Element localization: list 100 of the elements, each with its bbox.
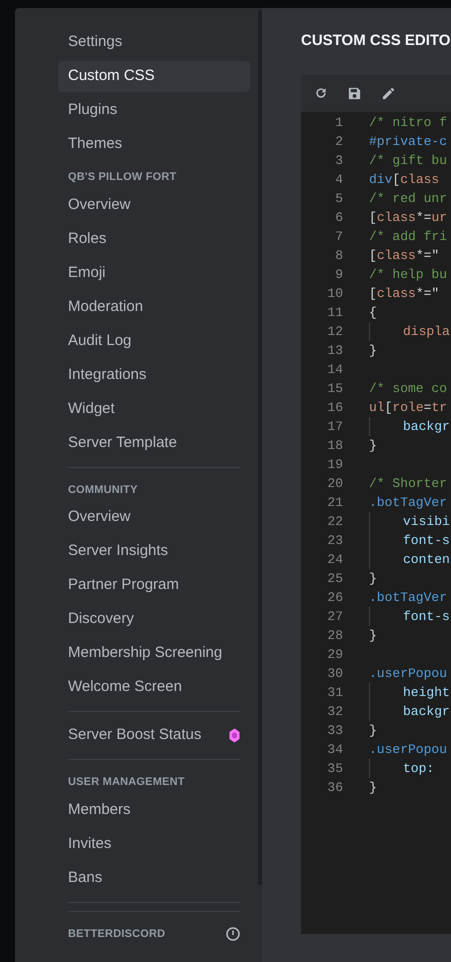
sidebar-item[interactable]: Discovery [58,604,250,635]
line-number: 23 [326,532,343,550]
save-icon[interactable] [347,86,362,100]
line-number: 6 [334,208,343,226]
line-number: 29 [326,646,343,664]
line-number: 28 [326,626,343,644]
line-number: 25 [326,570,343,588]
line-number: 35 [326,760,343,778]
sidebar-item[interactable]: Welcome Screen [58,672,250,703]
line-number: 4 [334,170,343,188]
code-line: [class*=ur [369,208,448,226]
sidebar-item[interactable]: Plugins [58,95,250,126]
sidebar-item[interactable]: Server Template [58,428,250,458]
line-number: 5 [334,190,343,208]
line-number: 16 [326,398,343,416]
code-line: displa [403,322,450,340]
code-line: /* gift bu [369,152,448,170]
sidebar-item[interactable]: Moderation [58,292,250,322]
code-line: .botTagVer [369,494,448,512]
info-icon[interactable] [226,926,240,941]
line-number: 31 [326,684,343,702]
code-line: font-s [403,532,450,550]
line-number: 3 [334,152,343,170]
code-line: conten [403,550,450,568]
section-header: QB'S PILLOW FORT [68,170,176,185]
section-header: COMMUNITY [68,482,138,498]
code-line: { [369,304,377,322]
code-line: backgr [403,702,450,720]
code-line: height [403,684,450,702]
line-number: 19 [326,456,343,474]
code-line: .botTagVer [369,588,448,606]
line-number: 18 [326,436,343,454]
line-number: 30 [326,664,343,682]
line-number: 32 [326,702,343,720]
line-number: 14 [326,360,343,378]
code-line: font-s [403,608,450,626]
code-line: /* red unr [369,190,448,208]
sidebar-item[interactable]: Overview [58,190,250,220]
code-line: } [369,778,377,796]
section-header: BETTERDISCORD [68,926,166,942]
sidebar-item[interactable]: Members [58,794,250,826]
line-number: 15 [326,380,343,398]
line-number: 17 [326,418,343,436]
sidebar-item[interactable]: Integrations [58,360,250,390]
sidebar-item[interactable]: Server Boost Status [58,720,250,751]
line-number: 27 [326,608,343,626]
sidebar-item[interactable]: Membership Screening [58,638,250,669]
sidebar-item[interactable]: Themes [58,129,250,160]
code-line: div[class [369,170,440,188]
line-number: 26 [326,588,343,606]
sidebar-item[interactable]: Settings [58,27,250,58]
code-line: /* add fri [369,228,448,246]
sidebar-item[interactable]: Partner Program [58,570,250,601]
sidebar-item[interactable]: Server Insights [58,536,250,567]
code-line: .userPopou [369,664,448,682]
line-number: 2 [334,132,343,150]
refresh-icon[interactable] [314,86,328,100]
line-number: 22 [326,512,343,530]
code-line: top: [403,760,434,778]
code-line: [class*=" [369,246,440,264]
sidebar-item[interactable]: Emoji [58,258,250,288]
line-number: 10 [326,284,343,302]
code-line: /* some co [369,380,448,398]
code-editor[interactable] [301,74,451,934]
code-line: visibi [403,512,450,530]
code-line: /* help bu [369,266,448,284]
line-number: 24 [326,550,343,568]
page-title: CUSTOM CSS EDITO [301,31,451,51]
line-number: 20 [326,474,343,492]
code-line: /* Shorter [369,474,448,492]
sidebar-item[interactable]: Bans [58,862,250,894]
code-line: } [369,342,377,360]
line-number: 9 [334,266,343,284]
line-number: 8 [334,246,343,264]
sidebar-item[interactable]: Custom CSS [58,61,250,92]
line-number: 7 [334,228,343,246]
line-number: 1 [334,114,343,132]
line-number: 33 [326,722,343,740]
sidebar-item[interactable]: Roles [58,224,250,254]
code-line: } [369,722,377,740]
code-line: .userPopou [369,740,448,758]
line-number: 13 [326,342,343,360]
line-number: 36 [326,778,343,796]
sidebar-item[interactable]: Audit Log [58,326,250,356]
code-line: } [369,570,377,588]
line-number: 21 [326,494,343,512]
line-number: 11 [326,304,343,322]
code-line: } [369,626,377,644]
sidebar-item[interactable]: Invites [58,828,250,860]
code-line: [class*=" [369,284,440,302]
sidebar-item[interactable]: Widget [58,394,250,424]
code-line: /* nitro f [369,114,448,132]
section-header: USER MANAGEMENT [68,775,185,790]
code-line: } [369,436,377,454]
line-number: 34 [326,740,343,758]
line-number: 12 [326,322,343,340]
sidebar-item[interactable]: Overview [58,502,250,533]
code-line: #private-c [369,132,448,150]
code-line: backgr [403,418,450,436]
pencil-icon[interactable] [381,86,396,100]
